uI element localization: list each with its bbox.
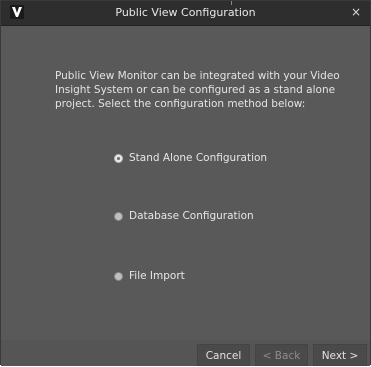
option-stand-alone[interactable]: Stand Alone Configuration <box>114 150 267 166</box>
dialog-content: Public View Monitor can be integrated wi… <box>1 26 370 341</box>
option-label: Database Configuration <box>129 210 254 222</box>
button-bar: Cancel < Back Next > <box>1 340 370 366</box>
next-button[interactable]: Next > <box>313 344 367 366</box>
radio-unselected-icon[interactable] <box>114 271 123 281</box>
title-divider-tick <box>231 1 232 5</box>
option-label: File Import <box>129 270 185 282</box>
option-label: Stand Alone Configuration <box>129 152 268 164</box>
back-button[interactable]: < Back <box>255 344 308 366</box>
cancel-button[interactable]: Cancel <box>197 344 250 366</box>
option-database[interactable]: Database Configuration <box>114 208 254 224</box>
close-icon[interactable]: × <box>348 4 364 20</box>
title-bar[interactable]: Public View Configuration × <box>1 1 370 26</box>
intro-text: Public View Monitor can be integrated wi… <box>55 70 340 110</box>
window-title: Public View Configuration <box>115 6 256 19</box>
option-file-import[interactable]: File Import <box>114 268 185 284</box>
radio-selected-icon[interactable] <box>114 153 123 163</box>
configuration-dialog: Public View Configuration × Public View … <box>0 0 371 366</box>
radio-unselected-icon[interactable] <box>114 211 123 221</box>
